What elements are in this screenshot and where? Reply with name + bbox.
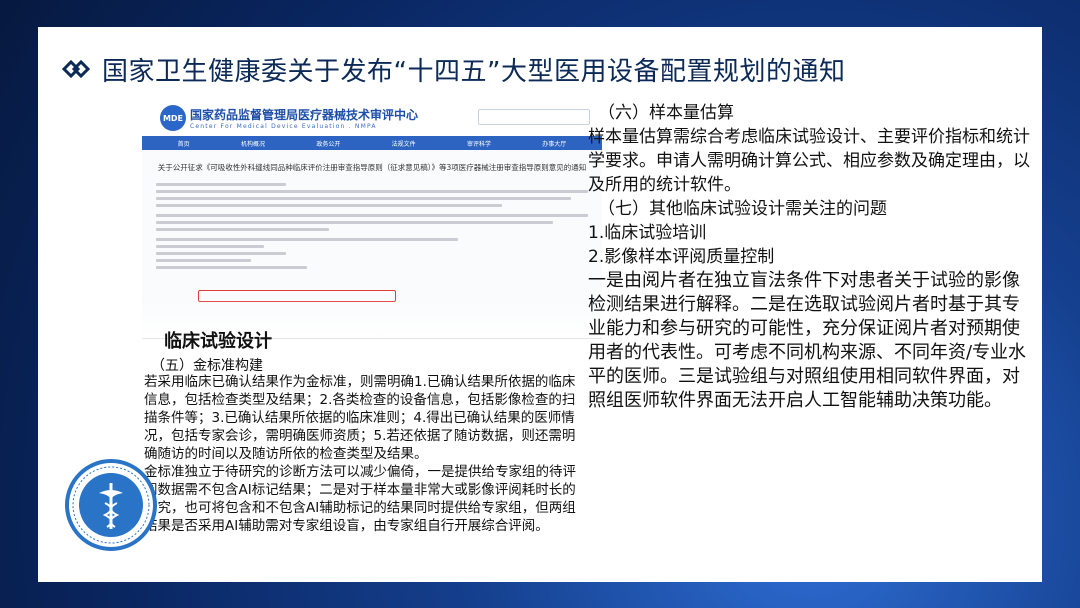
subheading-sample-size: （六）样本量估算 bbox=[598, 103, 734, 123]
subheading-gold-standard: （五）金标准构建 bbox=[151, 358, 263, 374]
screenshot-nav: 首页 机构概况 政务公开 法规文件 审评科学 办事大厅 bbox=[142, 136, 602, 150]
nav-science: 审评科学 bbox=[466, 140, 491, 148]
embedded-web-screenshot: MDE 国家药品监督管理局医疗器械技术审评中心 Center For Medic… bbox=[142, 100, 602, 339]
blurred-text-line bbox=[156, 259, 252, 262]
list-item-training: 1.临床试验培训 bbox=[588, 223, 707, 243]
sample-size-paragraph: 样本量估算需综合考虑临床试验设计、主要评价指标和统计学要求。申请人需明确计算公式… bbox=[588, 127, 1030, 195]
diamond-link-icon bbox=[61, 59, 91, 79]
subheading-other-issues: （七）其他临床试验设计需关注的问题 bbox=[598, 199, 887, 219]
screenshot-body: 关于公开征求《可吸收性外科缝线同品种临床评价注册审查指导原则（征求意见稿）》等3… bbox=[142, 150, 602, 281]
nmpa-logo-icon: MDE bbox=[160, 105, 186, 131]
caduceus-emblem-icon bbox=[65, 459, 157, 551]
org-name-en: Center For Medical Device Evaluation . N… bbox=[190, 123, 377, 130]
nav-regulations: 法规文件 bbox=[391, 140, 416, 148]
nav-service: 办事大厅 bbox=[542, 140, 567, 148]
screenshot-doc-title: 关于公开征求《可吸收性外科缝线同品种临床评价注册审查指导原则（征求意见稿）》等3… bbox=[157, 163, 587, 172]
blurred-text-line bbox=[156, 245, 264, 248]
nav-home: 首页 bbox=[177, 140, 190, 148]
blurred-text-line bbox=[156, 190, 588, 193]
org-name-cn: 国家药品监督管理局医疗器械技术审评中心 bbox=[190, 108, 419, 122]
blurred-text-line bbox=[156, 228, 329, 231]
left-body-text: 若采用临床已确认结果作为金标准，则需明确1.已确认结果所依据的临床信息，包括检查… bbox=[144, 373, 586, 535]
blurred-text-line bbox=[156, 214, 588, 217]
gold-standard-paragraph-2: 金标准独立于待研究的诊断方法可以减少偏倚，一是提供给专家组的待评阅数据需不包含A… bbox=[144, 464, 576, 534]
screenshot-header: MDE 国家药品监督管理局医疗器械技术审评中心 Center For Medic… bbox=[142, 100, 602, 136]
blurred-text-line bbox=[156, 204, 502, 207]
nav-public: 政务公开 bbox=[316, 140, 341, 148]
blurred-text-line bbox=[156, 266, 308, 269]
blurred-text-line bbox=[156, 197, 571, 200]
blurred-text-line bbox=[156, 221, 554, 224]
slide: 国家卫生健康委关于发布“十四五”大型医用设备配置规划的通知 MDE 国家药品监督… bbox=[38, 27, 1042, 582]
gold-standard-paragraph-1: 若采用临床已确认结果作为金标准，则需明确1.已确认结果所依据的临床信息，包括检查… bbox=[144, 374, 576, 462]
blurred-text-line bbox=[156, 238, 459, 241]
right-column: （六）样本量估算 样本量估算需综合考虑临床试验设计、主要评价指标和统计学要求。申… bbox=[588, 101, 1036, 413]
list-item-quality-control: 2.影像样本评阅质量控制 bbox=[588, 247, 775, 267]
screenshot-search-box bbox=[478, 109, 590, 125]
section-heading: 临床试验设计 bbox=[164, 331, 272, 352]
blurred-text-line bbox=[156, 183, 286, 186]
quality-control-paragraph: 一是由阅片者在独立盲法条件下对患者关于试验的影像检测结果进行解释。二是在选取试验… bbox=[588, 270, 1027, 411]
screenshot-org: 国家药品监督管理局医疗器械技术审评中心 Center For Medical D… bbox=[190, 106, 418, 130]
blurred-text-line bbox=[156, 252, 286, 255]
nav-about: 机构概况 bbox=[240, 140, 265, 148]
title-row: 国家卫生健康委关于发布“十四五”大型医用设备配置规划的通知 bbox=[60, 49, 845, 89]
page-title: 国家卫生健康委关于发布“十四五”大型医用设备配置规划的通知 bbox=[102, 56, 846, 87]
